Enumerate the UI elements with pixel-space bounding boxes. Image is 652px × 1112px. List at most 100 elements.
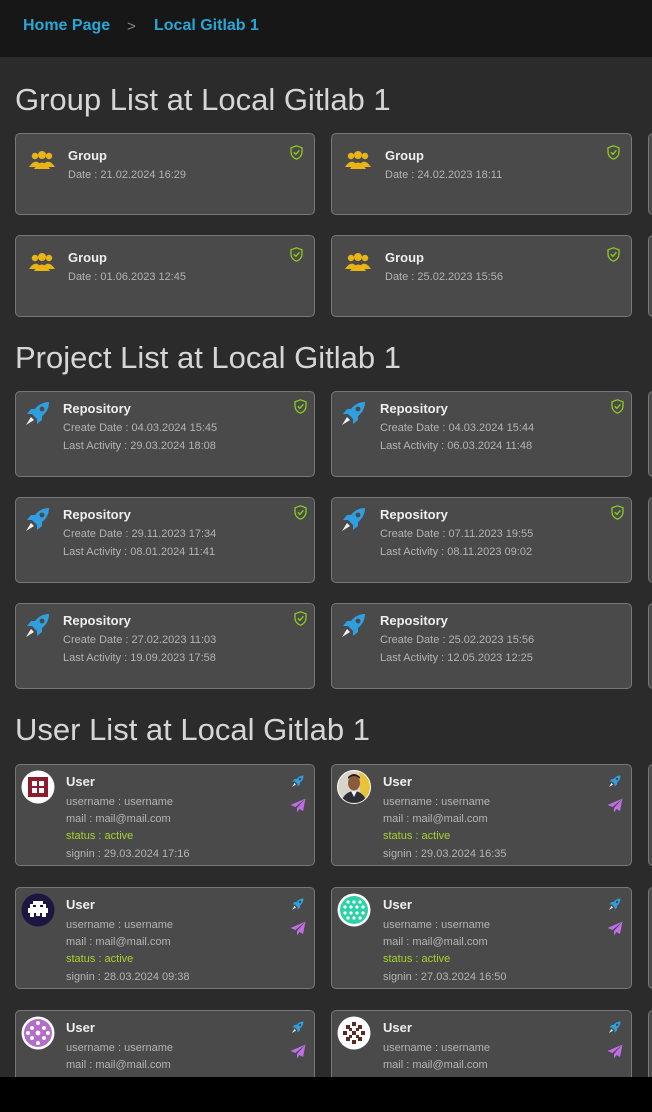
user-avatar: [21, 1016, 55, 1050]
project-card-title: Repository: [380, 401, 448, 416]
project-card-last-activity: Last Activity : 08.11.2023 09:02: [380, 546, 533, 558]
project-card-last-activity: Last Activity : 06.03.2024 11:48: [380, 440, 533, 452]
user-card-title: User: [383, 897, 412, 912]
project-card[interactable]: Repository Create Date : 25.02.2023 15:5…: [331, 603, 632, 689]
project-card-last-activity: Last Activity : 12.05.2023 12:25: [380, 652, 533, 664]
shield-check-icon: [294, 399, 307, 414]
paper-plane-icon[interactable]: [607, 921, 623, 936]
shield-check-icon: [607, 145, 620, 160]
paper-plane-icon[interactable]: [607, 798, 623, 813]
paper-plane-icon[interactable]: [290, 798, 306, 813]
user-card-title: User: [66, 774, 95, 789]
paper-plane-icon[interactable]: [607, 1044, 623, 1059]
rocket-icon[interactable]: [608, 774, 622, 788]
user-card-partial: [648, 887, 652, 989]
user-card-mail: mail : mail@mail.com: [66, 1059, 171, 1071]
project-card-create-date: Create Date : 29.11.2023 17:34: [63, 528, 217, 540]
user-list-title: User List at Local Gitlab 1: [15, 712, 370, 747]
group-card[interactable]: Group Date : 25.02.2023 15:56: [331, 235, 632, 317]
project-card-last-activity: Last Activity : 29.03.2024 18:08: [63, 440, 216, 452]
user-card-partial: [648, 764, 652, 866]
project-card[interactable]: Repository Create Date : 04.03.2024 15:4…: [331, 391, 632, 477]
user-card[interactable]: User username : username mail : mail@mai…: [15, 887, 315, 989]
rocket-icon[interactable]: [291, 1020, 305, 1034]
user-card-username: username : username: [66, 1042, 173, 1054]
user-card-username: username : username: [66, 796, 173, 808]
rocket-icon: [26, 508, 49, 531]
user-card-username: username : username: [383, 1042, 490, 1054]
group-card-title: Group: [68, 250, 107, 265]
group-card[interactable]: Group Date : 24.02.2023 18:11: [331, 133, 632, 215]
user-card-status: status : active: [66, 830, 134, 842]
user-card-signin: signin : 29.03.2024 17:16: [66, 848, 190, 860]
page-viewport: Home Page > Local Gitlab 1 Group List at…: [0, 0, 652, 1077]
group-card-title: Group: [385, 250, 424, 265]
group-card-date: Date : 24.02.2023 18:11: [385, 169, 503, 181]
breadcrumb: Home Page > Local Gitlab 1: [0, 0, 652, 57]
user-card-mail: mail : mail@mail.com: [383, 813, 488, 825]
project-card[interactable]: Repository Create Date : 29.11.2023 17:3…: [15, 497, 315, 583]
user-card[interactable]: User username : username mail : mail@mai…: [331, 887, 632, 989]
shield-check-icon: [290, 247, 303, 262]
user-card-title: User: [383, 774, 412, 789]
rocket-icon: [342, 508, 365, 531]
user-card[interactable]: User username : username mail : mail@mai…: [15, 1010, 315, 1077]
breadcrumb-current-link[interactable]: Local Gitlab 1: [154, 17, 259, 35]
rocket-icon[interactable]: [291, 774, 305, 788]
user-avatar: [337, 893, 371, 927]
user-card-signin: signin : 28.03.2024 09:38: [66, 971, 190, 983]
rocket-icon: [26, 614, 49, 637]
user-card-mail: mail : mail@mail.com: [383, 936, 488, 948]
project-card-title: Repository: [63, 401, 131, 416]
paper-plane-icon[interactable]: [290, 1044, 306, 1059]
user-avatar: [21, 770, 55, 804]
rocket-icon: [342, 614, 365, 637]
user-card-mail: mail : mail@mail.com: [383, 1059, 488, 1071]
group-card[interactable]: Group Date : 21.02.2024 16:29: [15, 133, 315, 215]
user-card-title: User: [66, 1020, 95, 1035]
user-card-mail: mail : mail@mail.com: [66, 813, 171, 825]
user-card[interactable]: User username : username mail : mail@mai…: [331, 1010, 632, 1077]
user-avatar: [21, 893, 55, 927]
user-card-title: User: [66, 897, 95, 912]
project-card-create-date: Create Date : 04.03.2024 15:45: [63, 422, 218, 434]
rocket-icon[interactable]: [608, 1020, 622, 1034]
user-card[interactable]: User username : username mail : mail@mai…: [331, 764, 632, 866]
group-card[interactable]: Group Date : 01.06.2023 12:45: [15, 235, 315, 317]
group-card-date: Date : 25.02.2023 15:56: [385, 271, 504, 283]
shield-check-icon: [611, 505, 624, 520]
project-card-partial: [648, 603, 652, 689]
paper-plane-icon[interactable]: [290, 921, 306, 936]
user-card-partial: [648, 1010, 652, 1077]
rocket-icon[interactable]: [608, 897, 622, 911]
rocket-icon[interactable]: [291, 897, 305, 911]
project-card-create-date: Create Date : 27.02.2023 11:03: [63, 634, 217, 646]
group-list-title: Group List at Local Gitlab 1: [15, 82, 391, 117]
shield-check-icon: [294, 611, 307, 626]
project-card-partial: [648, 391, 652, 477]
user-card-status: status : active: [383, 830, 451, 842]
breadcrumb-separator: >: [127, 18, 136, 35]
project-card[interactable]: Repository Create Date : 04.03.2024 15:4…: [15, 391, 315, 477]
breadcrumb-home-link[interactable]: Home Page: [23, 17, 110, 35]
user-card-signin: signin : 29.03.2024 16:35: [383, 848, 507, 860]
rocket-icon: [26, 402, 49, 425]
user-card-username: username : username: [383, 919, 490, 931]
project-card[interactable]: Repository Create Date : 07.11.2023 19:5…: [331, 497, 632, 583]
project-card-create-date: Create Date : 04.03.2024 15:44: [380, 422, 535, 434]
project-card[interactable]: Repository Create Date : 27.02.2023 11:0…: [15, 603, 315, 689]
shield-check-icon: [290, 145, 303, 160]
user-card-status: status : active: [383, 953, 451, 965]
user-card-username: username : username: [66, 919, 173, 931]
group-card-title: Group: [385, 148, 424, 163]
users-group-icon: [29, 151, 55, 169]
group-card-date: Date : 01.06.2023 12:45: [68, 271, 187, 283]
shield-check-icon: [294, 505, 307, 520]
user-card-title: User: [383, 1020, 412, 1035]
user-card-mail: mail : mail@mail.com: [66, 936, 171, 948]
group-card-date: Date : 21.02.2024 16:29: [68, 169, 187, 181]
project-card-title: Repository: [380, 507, 448, 522]
shield-check-icon: [607, 247, 620, 262]
user-card[interactable]: User username : username mail : mail@mai…: [15, 764, 315, 866]
project-card-title: Repository: [63, 507, 131, 522]
